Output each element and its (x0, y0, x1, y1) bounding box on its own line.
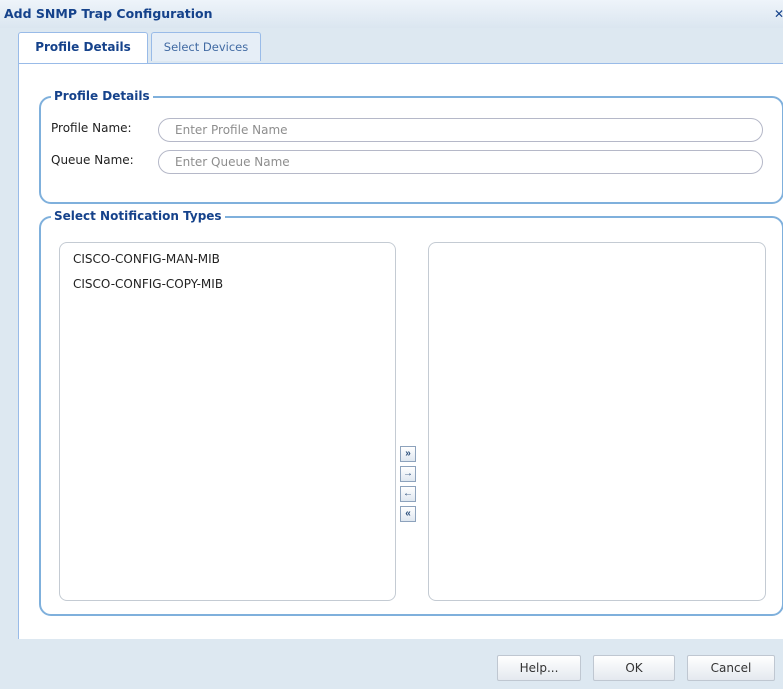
profile-details-legend: Profile Details (51, 89, 153, 104)
notification-types-fieldset: Select Notification Types CISCO-CONFIG-M… (39, 209, 783, 616)
list-item[interactable]: CISCO-CONFIG-MAN-MIB (60, 247, 395, 272)
tab-strip: Profile Details Select Devices (18, 32, 783, 65)
profile-details-fieldset: Profile Details Profile Name: Queue Name… (39, 89, 783, 204)
cancel-button[interactable]: Cancel (687, 655, 775, 681)
tab-select-devices[interactable]: Select Devices (151, 32, 261, 61)
close-icon[interactable]: ✕ (774, 7, 783, 23)
tab-content-panel: Profile Details Profile Name: Queue Name… (18, 64, 783, 639)
dialog-title: Add SNMP Trap Configuration (4, 6, 213, 21)
remove-all-button[interactable]: « (400, 506, 416, 522)
available-notifications-list[interactable]: CISCO-CONFIG-MAN-MIB CISCO-CONFIG-COPY-M… (59, 242, 396, 601)
queue-name-label: Queue Name: (51, 153, 134, 167)
ok-button[interactable]: OK (593, 655, 675, 681)
list-item[interactable]: CISCO-CONFIG-COPY-MIB (60, 272, 395, 297)
dialog-titlebar[interactable]: Add SNMP Trap Configuration ✕ (0, 0, 783, 28)
snmp-trap-dialog: Add SNMP Trap Configuration ✕ Profile De… (0, 0, 783, 689)
profile-name-input[interactable] (158, 118, 763, 142)
profile-name-label: Profile Name: (51, 121, 132, 135)
add-selected-button[interactable]: → (400, 466, 416, 482)
add-all-button[interactable]: » (400, 446, 416, 462)
tab-profile-details[interactable]: Profile Details (18, 32, 148, 65)
notification-types-legend: Select Notification Types (51, 209, 225, 224)
selected-notifications-list[interactable] (428, 242, 766, 601)
remove-selected-button[interactable]: ← (400, 486, 416, 502)
queue-name-input[interactable] (158, 150, 763, 174)
help-button[interactable]: Help... (497, 655, 581, 681)
